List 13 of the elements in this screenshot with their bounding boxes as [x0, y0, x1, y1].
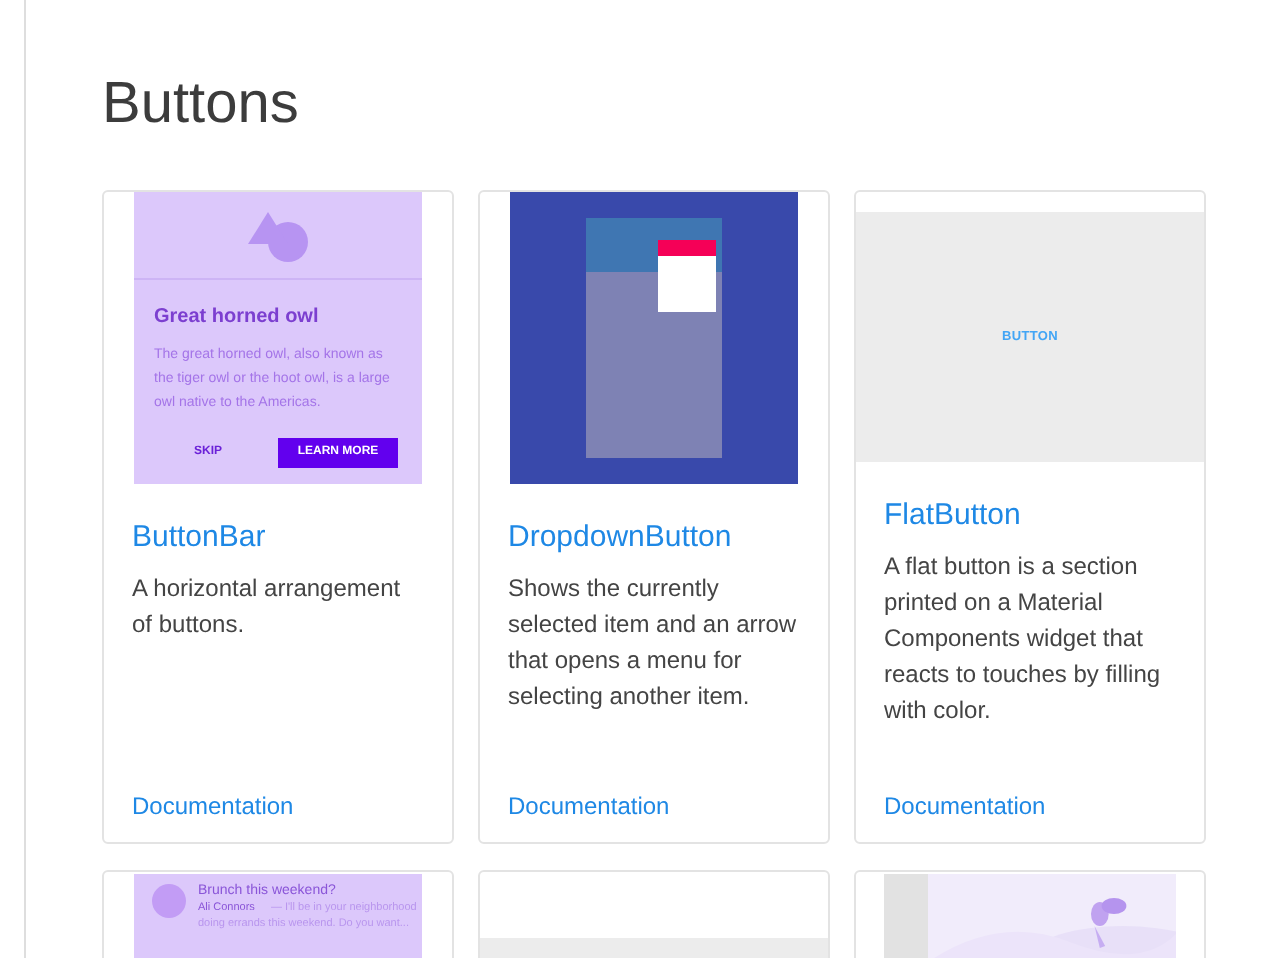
card-title-link[interactable]: ButtonBar: [132, 518, 266, 558]
avatar-icon: [152, 884, 186, 918]
documentation-link[interactable]: Documentation: [508, 790, 670, 822]
page-heading: Buttons: [102, 70, 299, 140]
shapes-icon: [244, 207, 312, 263]
card-description: A horizontal arrangement of buttons.: [132, 572, 403, 642]
card-description: Shows the currently selected item and an arrow that opens a menu for selecting another item.: [508, 572, 799, 714]
documentation-link[interactable]: Documentation: [132, 790, 294, 822]
card-description: A flat button is a section printed on a Material Components widget that reacts to touches by filling with color.: [884, 550, 1163, 728]
preview-title: Great horned owl: [154, 304, 321, 332]
card-title-link[interactable]: DropdownButton: [508, 518, 732, 558]
documentation-link[interactable]: Documentation: [884, 790, 1046, 822]
card-title-link[interactable]: FlatButton: [884, 496, 1021, 536]
